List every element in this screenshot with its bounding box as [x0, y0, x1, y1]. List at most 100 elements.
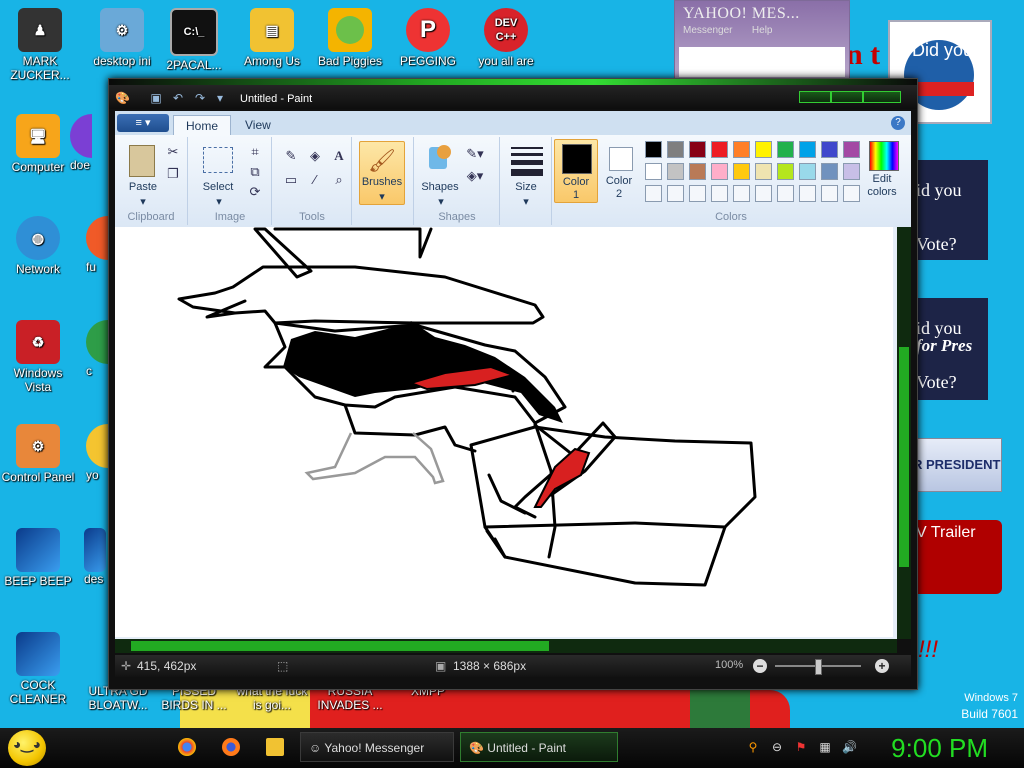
magnifier-icon[interactable]: ⌕: [329, 171, 349, 189]
shapes-dropdown-icon[interactable]: ▾: [433, 195, 449, 208]
palette-swatch[interactable]: [645, 185, 662, 202]
color1-button[interactable]: Color 1: [554, 139, 598, 203]
clock[interactable]: 9:00 PM: [891, 732, 988, 764]
edit-colors-button[interactable]: Edit: [853, 173, 911, 185]
resize-icon[interactable]: ⧉: [245, 163, 265, 181]
paint-titlebar[interactable]: 🎨 ▣ ↶ ↷ ▾ Untitled - Paint: [109, 79, 917, 109]
desktop-icon-control-panel[interactable]: ⚙ Control Panel: [0, 424, 76, 484]
zoom-out-button[interactable]: −: [753, 659, 767, 673]
chat-icon[interactable]: ⊖: [770, 740, 784, 754]
palette-swatch[interactable]: [667, 141, 684, 158]
zoom-in-button[interactable]: +: [875, 659, 889, 673]
vertical-scroll-thumb[interactable]: [899, 347, 909, 567]
maximize-button[interactable]: [831, 91, 863, 103]
file-menu-button[interactable]: ≡ ▾: [117, 114, 169, 132]
chrome-icon[interactable]: [178, 738, 196, 756]
taskbar-yahoo-messenger[interactable]: ☺ Yahoo! Messenger: [300, 732, 454, 762]
vertical-scrollbar[interactable]: [897, 227, 911, 639]
palette-swatch[interactable]: [821, 141, 838, 158]
zoom-slider-thumb[interactable]: [815, 659, 822, 675]
network-tray-icon[interactable]: ▦: [818, 740, 832, 754]
palette-swatch[interactable]: [733, 163, 750, 180]
rotate-icon[interactable]: ⟳: [245, 183, 265, 201]
palette-swatch[interactable]: [821, 185, 838, 202]
cut-icon[interactable]: ✂: [163, 143, 183, 161]
yahoo-messenger-window[interactable]: YAHOO! MES... Messenger Help: [674, 0, 850, 82]
paste-icon[interactable]: [129, 145, 155, 177]
pencil-icon[interactable]: ✎: [281, 147, 301, 165]
yahoo-menu-messenger[interactable]: Messenger: [683, 25, 732, 36]
palette-swatch[interactable]: [645, 141, 662, 158]
eraser-icon[interactable]: ▭: [281, 171, 301, 189]
outline-icon[interactable]: ✎▾: [465, 145, 485, 163]
select-icon[interactable]: [203, 147, 233, 173]
palette-swatch[interactable]: [799, 141, 816, 158]
shape-fill-icon[interactable]: ◈▾: [465, 167, 485, 185]
firefox-icon[interactable]: [222, 738, 240, 756]
redo-icon[interactable]: ↷: [193, 91, 207, 105]
desktop-icon-pegging[interactable]: P PEGGING: [390, 8, 466, 68]
palette-swatch[interactable]: [733, 141, 750, 158]
palette-swatch[interactable]: [799, 163, 816, 180]
start-button[interactable]: ◕‿◕: [8, 730, 46, 766]
desktop-icon-cock-cleaner[interactable]: COCK CLEANER: [0, 632, 76, 706]
select-dropdown-icon[interactable]: ▾: [211, 195, 227, 208]
palette-swatch[interactable]: [821, 163, 838, 180]
desktop-icon-bad-piggies[interactable]: Bad Piggies: [312, 8, 388, 68]
customize-qa-icon[interactable]: ▾: [213, 91, 227, 105]
palette-swatch[interactable]: [645, 163, 662, 180]
palette-swatch[interactable]: [755, 185, 772, 202]
palette-swatch[interactable]: [667, 185, 684, 202]
explorer-folder-icon[interactable]: [266, 738, 284, 756]
horizontal-scroll-thumb[interactable]: [131, 641, 549, 651]
palette-swatch[interactable]: [777, 141, 794, 158]
desktop-icon-you-all-are[interactable]: DEV C++ you all are: [468, 8, 544, 68]
palette-swatch[interactable]: [755, 163, 772, 180]
action-center-flag-icon[interactable]: ⚑: [794, 740, 808, 754]
save-icon[interactable]: ▣: [149, 91, 163, 105]
color-picker-icon[interactable]: ⁄: [305, 171, 325, 189]
size-icon[interactable]: [511, 147, 543, 176]
paste-dropdown-icon[interactable]: ▾: [135, 195, 151, 208]
copy-icon[interactable]: ❐: [163, 165, 183, 183]
desktop-icon-beep-beep[interactable]: BEEP BEEP: [0, 528, 76, 588]
palette-swatch[interactable]: [777, 185, 794, 202]
palette-swatch[interactable]: [689, 185, 706, 202]
taskbar-paint[interactable]: 🎨 Untitled - Paint: [460, 732, 618, 762]
edit-colors-button-line2[interactable]: colors: [853, 186, 911, 198]
horizontal-scrollbar[interactable]: [115, 639, 897, 653]
paint-app-icon[interactable]: 🎨: [115, 91, 130, 105]
drawing-canvas[interactable]: [115, 227, 893, 637]
fill-icon[interactable]: ◈: [305, 147, 325, 165]
tab-view[interactable]: View: [233, 115, 283, 135]
desktop-icon-mark-zucker[interactable]: ♟ MARK ZUCKER...: [2, 8, 78, 82]
tab-home[interactable]: Home: [173, 115, 232, 136]
search-icon[interactable]: ⚲: [746, 740, 760, 754]
palette-swatch[interactable]: [711, 185, 728, 202]
shapes-button[interactable]: Shapes: [417, 181, 463, 193]
palette-swatch[interactable]: [799, 185, 816, 202]
paste-button[interactable]: Paste: [123, 181, 163, 193]
palette-swatch[interactable]: [733, 185, 750, 202]
palette-swatch[interactable]: [843, 141, 860, 158]
select-button[interactable]: Select: [197, 181, 239, 193]
size-button[interactable]: Size: [505, 181, 547, 193]
desktop-icon-2pacal[interactable]: C:\_ 2PACAL...: [156, 8, 232, 72]
palette-swatch[interactable]: [711, 141, 728, 158]
undo-icon[interactable]: ↶: [171, 91, 185, 105]
volume-icon[interactable]: 🔊: [842, 740, 857, 754]
desktop-icon-computer[interactable]: 🖥 Computer: [0, 114, 76, 174]
crop-icon[interactable]: ⌗: [245, 143, 265, 161]
shapes-icon[interactable]: [425, 143, 455, 173]
size-dropdown-icon[interactable]: ▾: [518, 195, 534, 208]
edit-colors-icon[interactable]: [869, 141, 899, 171]
palette-swatch[interactable]: [689, 163, 706, 180]
palette-swatch[interactable]: [667, 163, 684, 180]
palette-swatch[interactable]: [777, 163, 794, 180]
desktop-icon-among-us[interactable]: ▤ Among Us: [234, 8, 310, 68]
desktop-icon-windows-vista[interactable]: ♻ Windows Vista: [0, 320, 76, 394]
desktop-icon-doe[interactable]: doe: [70, 114, 110, 172]
desktop-icon-network[interactable]: ◍ Network: [0, 216, 76, 276]
text-icon[interactable]: A: [329, 147, 349, 165]
color2-button[interactable]: Color 2: [599, 139, 639, 201]
